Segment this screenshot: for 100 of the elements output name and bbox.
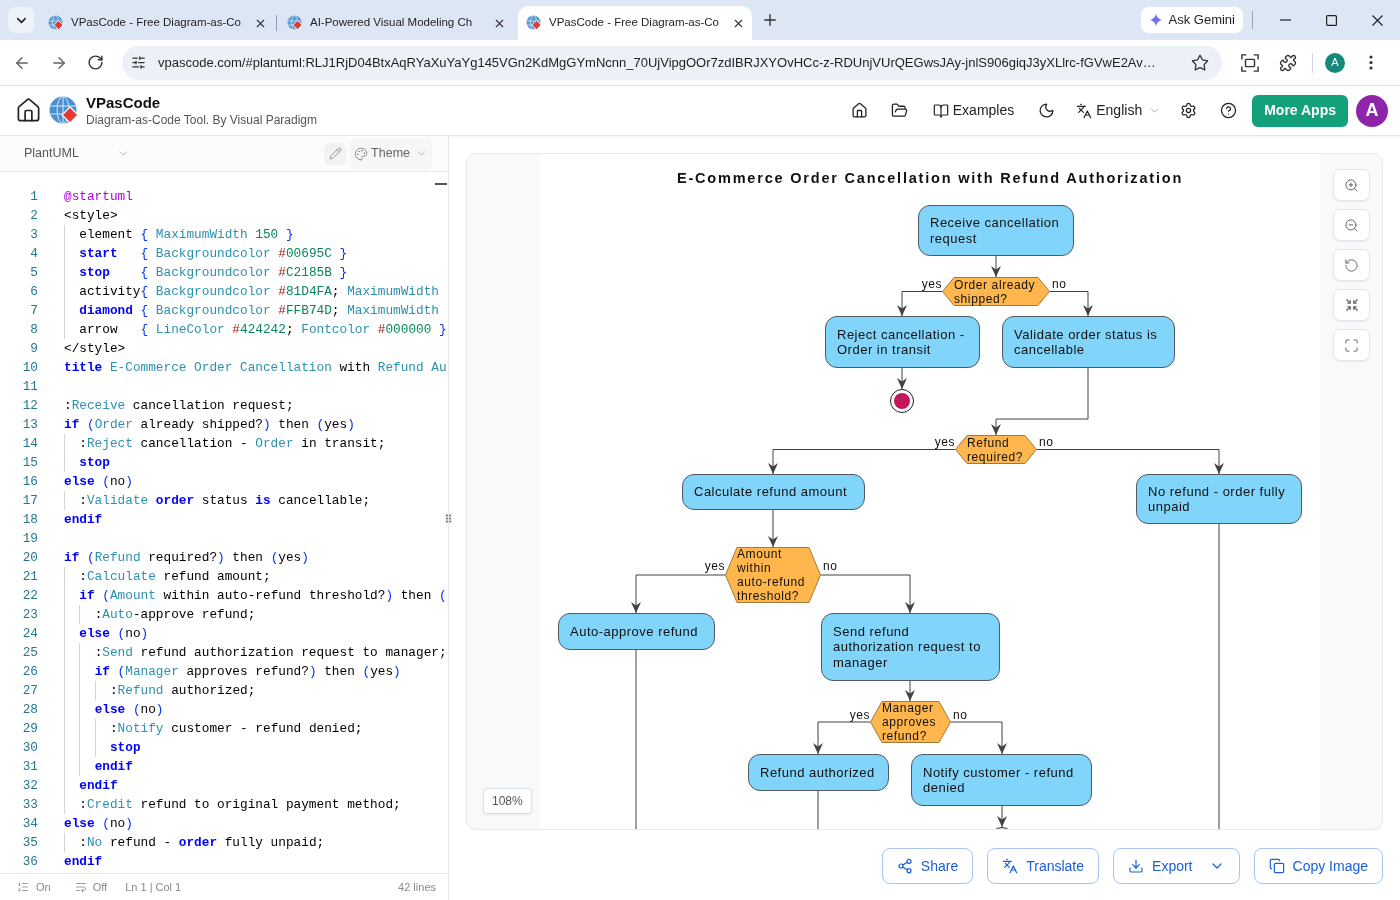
star-icon [1191, 53, 1209, 72]
decision-node: Order already shipped? [942, 277, 1050, 306]
line-number: 29 [21, 720, 38, 738]
word-wrap-toggle[interactable]: Off [74, 878, 108, 896]
zoom-out-button[interactable] [1333, 209, 1370, 241]
activity-node: Calculate refund amount [682, 474, 865, 510]
code-line: diamond { Backgroundcolor #FFB74D; MaximumWidth [64, 301, 439, 320]
activity-node: Receive cancellation request [918, 205, 1074, 256]
copy-icon [1268, 858, 1285, 874]
translate-button[interactable]: Translate [987, 848, 1100, 884]
line-number: 16 [21, 473, 38, 491]
activity-node: Auto-approve refund [558, 613, 715, 650]
connector-arrow [997, 805, 1007, 828]
line-number: 17 [21, 492, 38, 510]
code-line: stop { Backgroundcolor #C2185B } [64, 263, 348, 282]
code-line: <style> [64, 207, 118, 225]
tab-search-button[interactable] [8, 7, 34, 33]
code-line: :Credit refund to original payment method; [64, 795, 401, 814]
rotate-icon [1344, 257, 1359, 273]
language-select[interactable]: English [1070, 94, 1168, 127]
branch-label: no [953, 708, 968, 722]
diagram-language-select[interactable]: PlantUML [24, 144, 130, 163]
code-line: stop [64, 738, 141, 757]
export-button[interactable]: Export [1113, 848, 1240, 884]
code-line: :Refund authorized; [64, 681, 256, 700]
plus-icon [761, 11, 779, 29]
line-number: 6 [29, 283, 38, 301]
scrollbar-thumb[interactable] [435, 183, 447, 185]
favicon-icon [526, 15, 542, 31]
sparkle-icon [1148, 13, 1163, 27]
activity-node: No refund - order fully unpaid [1136, 474, 1302, 524]
grip-handle-icon[interactable] [445, 513, 452, 524]
line-number: 14 [21, 435, 38, 453]
screen-capture-icon [1241, 53, 1259, 72]
code-line: activity{ Backgroundcolor #81D4FA; MaximumWidth [64, 282, 439, 301]
code-line: :Send refund authorization request to manager; [64, 643, 447, 662]
line-number: 18 [21, 511, 38, 529]
house-icon [851, 102, 869, 119]
user-avatar[interactable]: A [1356, 94, 1388, 127]
book-icon [932, 102, 949, 119]
branch-label: yes [703, 559, 725, 573]
logo-icon [49, 95, 79, 126]
decision-node: Manager approves refund? [870, 701, 951, 743]
palette-icon [354, 146, 369, 161]
line-number: 24 [21, 625, 38, 643]
copy-image-button[interactable]: Copy Image [1253, 848, 1383, 884]
browser-tab[interactable]: VPasCode - Free Diagram-as-Co [40, 6, 274, 40]
code-line: if (Order already shipped?) then (yes) [64, 416, 355, 434]
numbered-list-icon [17, 881, 29, 893]
menu-icon [1369, 55, 1373, 70]
code-line: if (Refund required?) then (yes) [64, 549, 309, 567]
browser-tab[interactable]: VPasCode - Free Diagram-as-Co [518, 6, 752, 40]
code-line: :Validate order status is cancellable; [64, 491, 371, 510]
code-line: if (Amount within auto-refund threshold?) then ( [64, 586, 447, 605]
help-icon [1219, 102, 1237, 119]
browser-tab[interactable]: AI-Powered Visual Modeling Ch [279, 6, 513, 40]
line-number: 25 [21, 644, 38, 662]
fit-button[interactable] [1333, 289, 1370, 321]
line-number: 10 [21, 359, 38, 377]
line-number: 9 [29, 340, 38, 358]
line-number: 28 [21, 701, 38, 719]
code-line: endif [64, 776, 118, 795]
line-number: 1 [29, 188, 38, 206]
cursor-position: Ln 1 | Col 1 [125, 879, 182, 895]
code-line: :Calculate refund amount; [64, 567, 271, 586]
line-number: 5 [29, 264, 38, 282]
share-button[interactable]: Share [881, 848, 974, 884]
zoom-in-button[interactable] [1333, 169, 1370, 201]
code-line: :Receive cancellation request; [64, 397, 294, 415]
line-numbers-toggle[interactable]: On [17, 878, 51, 896]
sliders-icon [130, 55, 146, 70]
moon-icon [1037, 102, 1055, 119]
code-line: title E-Commerce Order Cancellation with Refund Au [64, 359, 447, 377]
branch-label: no [823, 559, 838, 573]
code-line: endif [64, 853, 103, 871]
code-line: :No refund - order fully unpaid; [64, 833, 325, 852]
address-bar[interactable]: vpascode.com/#plantuml:RLJ1RjD04BtxAqRYaXuYaYg145VGn2KdMgGYmNcnn_70UjVipgOOr7zdIBRJXYOvHCc-z-RDUnjVUrQEGwsJAy-jnlS906giqJ3yXLlrc-fGVwE2Av… [122, 45, 1222, 80]
zoom-level: 108% [483, 788, 532, 814]
examples-button[interactable]: Examples [927, 94, 1020, 127]
line-number: 32 [21, 777, 38, 795]
profile-avatar[interactable]: A [1325, 52, 1345, 73]
line-number: 2 [29, 207, 38, 225]
translate-icon [1002, 858, 1019, 874]
ask-gemini-button[interactable]: Ask Gemini [1140, 7, 1243, 33]
line-number: 27 [21, 682, 38, 700]
code-line: endif [64, 757, 133, 776]
line-count: 42 lines [398, 879, 436, 895]
theme-button[interactable]: Theme [350, 137, 432, 170]
app-title: VPasCode [86, 93, 162, 112]
stop-marker-icon [890, 389, 914, 413]
app-subtitle: Diagram-as-Code Tool. By Visual Paradigm [86, 111, 317, 128]
line-number: 15 [21, 454, 38, 472]
code-line: @startuml [64, 188, 133, 206]
line-number: 31 [21, 758, 38, 776]
line-number: 7 [29, 302, 38, 320]
code-line: else (no) [64, 815, 133, 833]
folder-icon [891, 102, 909, 119]
share-icon [896, 858, 913, 874]
activity-node: Reject cancellation - Order in transit [825, 316, 980, 368]
favicon-icon [287, 15, 303, 31]
